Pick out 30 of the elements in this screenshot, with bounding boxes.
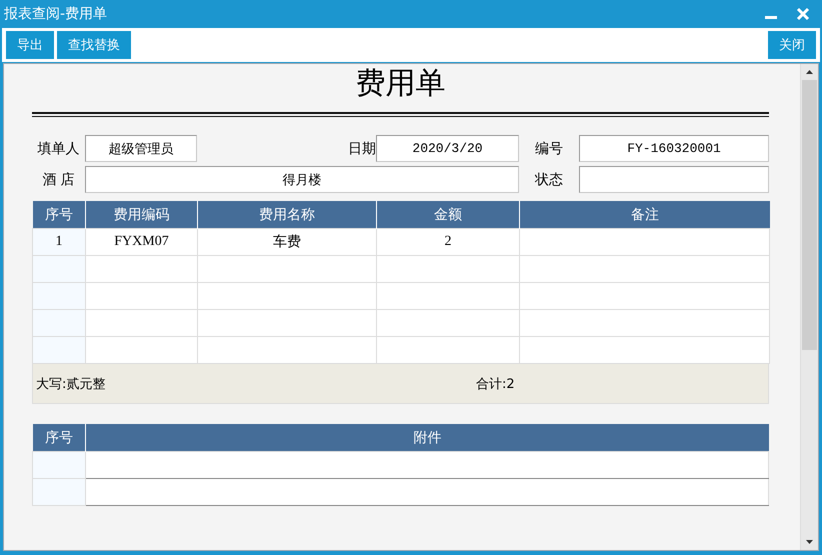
table-cell: 1 [56,234,62,249]
field-label: 编号 [534,140,564,158]
field-label: 酒 店 [41,170,76,190]
scroll-down-icon[interactable] [806,540,813,544]
field-label: 填单人 [36,140,80,158]
window-title: 报表查阅-费用单 [4,5,108,23]
scroll-thumb[interactable] [802,80,817,350]
column-header: 附件 [86,424,768,452]
close-icon[interactable] [796,7,810,21]
scrollbar[interactable] [800,64,818,550]
input-field[interactable]: 得月楼 [85,166,519,193]
field-label: 状态 [534,170,564,190]
column-header: 序号 [32,201,86,228]
column-header: 序号 [32,424,86,452]
column-header: 费用名称 [198,201,376,228]
input-field[interactable]: FY-160320001 [579,135,769,162]
amount-in-words: 大写:贰元整 [35,376,106,392]
column-header: 费用编码 [86,201,198,228]
input-field[interactable]: 超级管理员 [85,135,197,162]
input-field[interactable]: 2020/3/20 [376,135,519,162]
table-cell: 2 [444,234,452,249]
input-field[interactable] [579,166,769,193]
field-label: 日期 [347,140,376,158]
table-cell: 车费 [273,235,301,250]
scroll-up-icon[interactable] [806,70,813,74]
report-title: 费用单 [354,65,446,103]
table-cell: FYXM07 [114,234,169,249]
column-header: 金额 [376,201,520,228]
column-header: 备注 [520,201,770,228]
total-amount: 合计:2 [476,376,515,392]
